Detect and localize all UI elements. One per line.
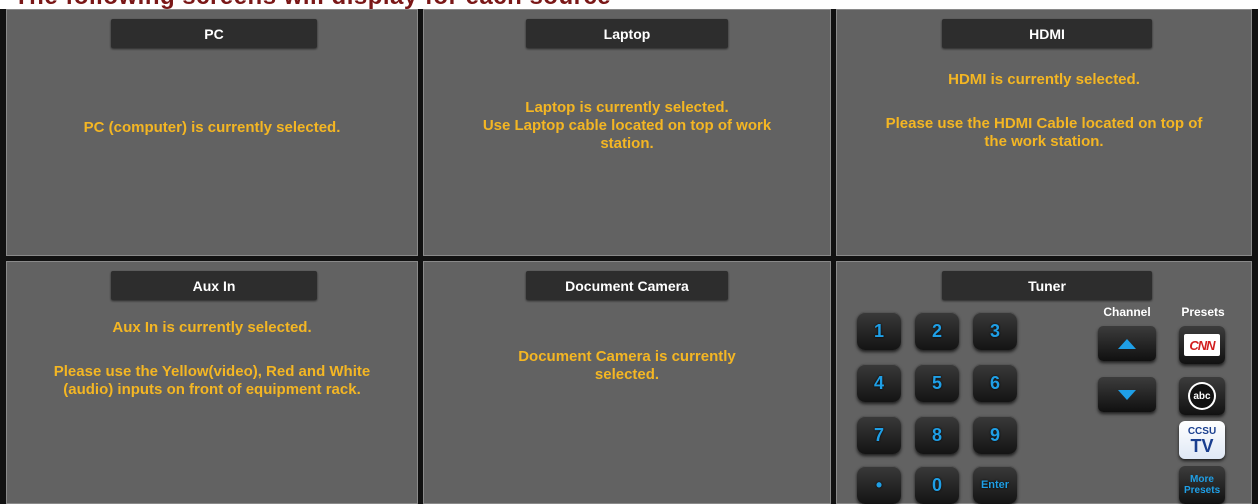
channel-down-button[interactable] (1098, 377, 1156, 412)
keypad-4-button[interactable]: 4 (857, 364, 901, 402)
doccam-message: Document Camera is currently selected. (423, 348, 831, 384)
tuner-source-label[interactable]: Tuner (942, 271, 1152, 300)
doccam-source-label[interactable]: Document Camera (526, 271, 728, 300)
key-label: 0 (931, 474, 942, 495)
keypad-7-button[interactable]: 7 (857, 416, 901, 454)
hdmi-message-line: HDMI is currently selected. (948, 71, 1140, 88)
laptop-message-line: station. (600, 135, 654, 152)
keypad-3-button[interactable]: 3 (973, 312, 1017, 350)
keypad-2-button[interactable]: 2 (915, 312, 959, 350)
doccam-message-line: Document Camera is currently (518, 348, 736, 365)
key-label: 5 (931, 372, 942, 393)
keypad-9-button[interactable]: 9 (973, 416, 1017, 454)
key-label: 9 (989, 424, 1000, 445)
hdmi-source-label[interactable]: HDMI (942, 19, 1152, 48)
hdmi-message: HDMI is currently selected. Please use t… (836, 71, 1252, 151)
laptop-message: Laptop is currently selected. Use Laptop… (423, 99, 831, 153)
key-label: Enter (980, 479, 1010, 491)
key-label: 3 (989, 320, 1000, 341)
hdmi-message-line: Please use the HDMI Cable located on top… (885, 115, 1203, 132)
key-label: • (875, 474, 883, 495)
hdmi-panel: HDMI HDMI is currently selected. Please … (836, 9, 1252, 256)
laptop-message-line: Use Laptop cable located on top of work (482, 117, 772, 134)
keypad-6-button[interactable]: 6 (973, 364, 1017, 402)
key-label: 6 (989, 372, 1000, 393)
touch-panel-grid: PC PC (computer) is currently selected. … (0, 9, 1258, 504)
keypad-8-button[interactable]: 8 (915, 416, 959, 454)
aux-message-line: (audio) inputs on front of equipment rac… (63, 381, 361, 398)
keypad-enter-button[interactable]: Enter (973, 466, 1017, 504)
aux-message-line: Please use the Yellow(video), Red and Wh… (53, 363, 371, 380)
keypad-5-button[interactable]: 5 (915, 364, 959, 402)
abc-logo-text: abc (1193, 390, 1211, 402)
key-label: 4 (873, 372, 884, 393)
keypad-0-button[interactable]: 0 (915, 466, 959, 504)
aux-message-spacer (6, 337, 418, 363)
aux-panel: Aux In Aux In is currently selected. Ple… (6, 261, 418, 504)
tv-logo-text: TV (1190, 435, 1214, 456)
hdmi-message-line: the work station. (984, 133, 1104, 150)
cnn-logo-text: CNN (1189, 337, 1215, 353)
cnn-logo: CNN (1184, 334, 1220, 356)
preset-abc-button[interactable]: abc (1179, 377, 1225, 415)
laptop-message-line: Laptop is currently selected. (525, 99, 729, 116)
preset-cnn-button[interactable]: CNN (1179, 326, 1225, 364)
doccam-message-line: selected. (594, 366, 660, 383)
arrow-up-icon (1118, 338, 1136, 349)
arrow-down-icon (1118, 389, 1136, 400)
doccam-panel: Document Camera Document Camera is curre… (423, 261, 831, 504)
channel-label: Channel (1103, 305, 1151, 319)
more-presets-label: More Presets (1184, 474, 1221, 496)
keypad-1-button[interactable]: 1 (857, 312, 901, 350)
pc-message-line: PC (computer) is currently selected. (83, 119, 341, 136)
aux-message: Aux In is currently selected. Please use… (6, 319, 418, 399)
presets-label: Presets (1181, 305, 1225, 319)
channel-up-button[interactable] (1098, 326, 1156, 361)
pc-message: PC (computer) is currently selected. (6, 119, 418, 137)
laptop-panel: Laptop Laptop is currently selected. Use… (423, 9, 831, 256)
abc-logo: abc (1188, 382, 1216, 410)
key-label: 2 (931, 320, 942, 341)
key-label: 7 (873, 424, 884, 445)
tuner-panel: Tuner 1 2 3 4 5 6 7 8 9 • 0 Enter Channe… (836, 261, 1252, 504)
laptop-source-label[interactable]: Laptop (526, 19, 728, 48)
key-label: 8 (931, 424, 942, 445)
keypad-dot-button[interactable]: • (857, 466, 901, 504)
preset-ccsu-tv-button[interactable]: CCSU TV (1179, 421, 1225, 459)
pc-panel: PC PC (computer) is currently selected. (6, 9, 418, 256)
aux-message-line: Aux In is currently selected. (112, 319, 312, 336)
ccsu-logo-text: CCSU (1187, 425, 1217, 437)
pc-source-label[interactable]: PC (111, 19, 317, 48)
aux-source-label[interactable]: Aux In (111, 271, 317, 300)
more-presets-button[interactable]: More Presets (1179, 466, 1225, 504)
hdmi-message-spacer (836, 89, 1252, 115)
key-label: 1 (873, 320, 884, 341)
